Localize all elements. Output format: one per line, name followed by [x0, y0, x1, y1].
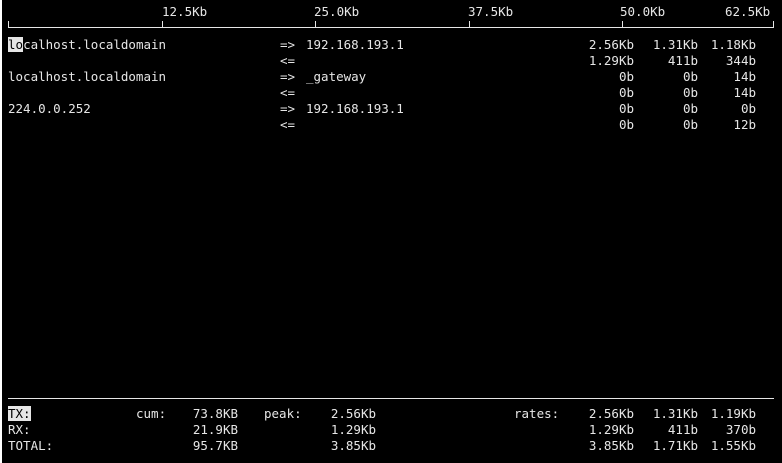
- rate-40s: 1.18Kb: [710, 37, 756, 52]
- total-peak-value: 3.85Kb: [330, 438, 376, 453]
- rate-2s: 1.29Kb: [588, 53, 634, 68]
- scale-label-2: 25.0Kb: [314, 4, 360, 19]
- rate-10s: 411b: [667, 53, 698, 68]
- peer-host: 192.168.193.1: [306, 101, 404, 116]
- rates-label: rates:: [514, 406, 560, 421]
- in-arrow: <=: [280, 85, 296, 100]
- rate-40s: 14b: [733, 69, 756, 84]
- in-arrow: <=: [280, 53, 296, 68]
- rate-10s: 0b: [682, 101, 698, 116]
- rate-40s: 0b: [740, 101, 756, 116]
- footer-separator: [8, 398, 774, 399]
- rx-peak-value: 1.29Kb: [330, 422, 376, 437]
- scale-label-3: 37.5Kb: [468, 4, 514, 19]
- rate-40s: 14b: [733, 85, 756, 100]
- rate-2s: 0b: [618, 69, 634, 84]
- total-label: TOTAL:: [8, 438, 54, 453]
- peak-label: peak:: [264, 406, 302, 421]
- out-arrow: =>: [280, 37, 296, 52]
- scale-tick: [773, 21, 774, 27]
- tx-rate-2s: 2.56Kb: [588, 406, 634, 421]
- total-cum-value: 95.7KB: [192, 438, 238, 453]
- peer-host: 192.168.193.1: [306, 37, 404, 52]
- rate-2s: 0b: [618, 117, 634, 132]
- host-name: localhost.localdomain: [8, 69, 167, 84]
- peer-host: _gateway: [306, 69, 367, 84]
- scale-tick: [315, 21, 316, 27]
- terminal-window[interactable]: 12.5Kb 25.0Kb 37.5Kb 50.0Kb 62.5Kb local…: [0, 0, 782, 463]
- scale-tick: [8, 21, 9, 27]
- tx-label: TX:: [8, 406, 31, 421]
- rx-rate-2s: 1.29Kb: [588, 422, 634, 437]
- rate-10s: 0b: [682, 117, 698, 132]
- rx-cum-value: 21.9KB: [192, 422, 238, 437]
- cum-label: cum:: [136, 406, 167, 421]
- total-rate-2s: 3.85Kb: [588, 438, 634, 453]
- total-rate-40s: 1.55Kb: [710, 438, 756, 453]
- out-arrow: =>: [280, 69, 296, 84]
- rx-label: RX:: [8, 422, 31, 437]
- total-rate-10s: 1.71Kb: [652, 438, 698, 453]
- scale-tick: [162, 21, 163, 27]
- scale-axis-line: [8, 27, 774, 28]
- rate-2s: 0b: [618, 101, 634, 116]
- rate-40s: 12b: [733, 117, 756, 132]
- scale-label-1: 12.5Kb: [162, 4, 208, 19]
- tx-cum-value: 73.8KB: [192, 406, 238, 421]
- host-name: 224.0.0.252: [8, 101, 91, 116]
- tx-rate-40s: 1.19Kb: [710, 406, 756, 421]
- scale-tick: [469, 21, 470, 27]
- rate-10s: 1.31Kb: [652, 37, 698, 52]
- in-arrow: <=: [280, 117, 296, 132]
- tx-rate-10s: 1.31Kb: [652, 406, 698, 421]
- scale-label-4: 50.0Kb: [620, 4, 666, 19]
- out-arrow: =>: [280, 101, 296, 116]
- rx-rate-40s: 370b: [725, 422, 756, 437]
- rate-40s: 344b: [725, 53, 756, 68]
- rx-rate-10s: 411b: [667, 422, 698, 437]
- text-cursor: lo: [8, 37, 24, 52]
- rate-2s: 0b: [618, 85, 634, 100]
- tx-peak-value: 2.56Kb: [330, 406, 376, 421]
- rate-10s: 0b: [682, 69, 698, 84]
- scale-tick: [622, 21, 623, 27]
- host-name: localhost.localdomain: [8, 37, 167, 52]
- rate-10s: 0b: [682, 85, 698, 100]
- rate-2s: 2.56Kb: [588, 37, 634, 52]
- scale-label-5: 62.5Kb: [725, 4, 771, 19]
